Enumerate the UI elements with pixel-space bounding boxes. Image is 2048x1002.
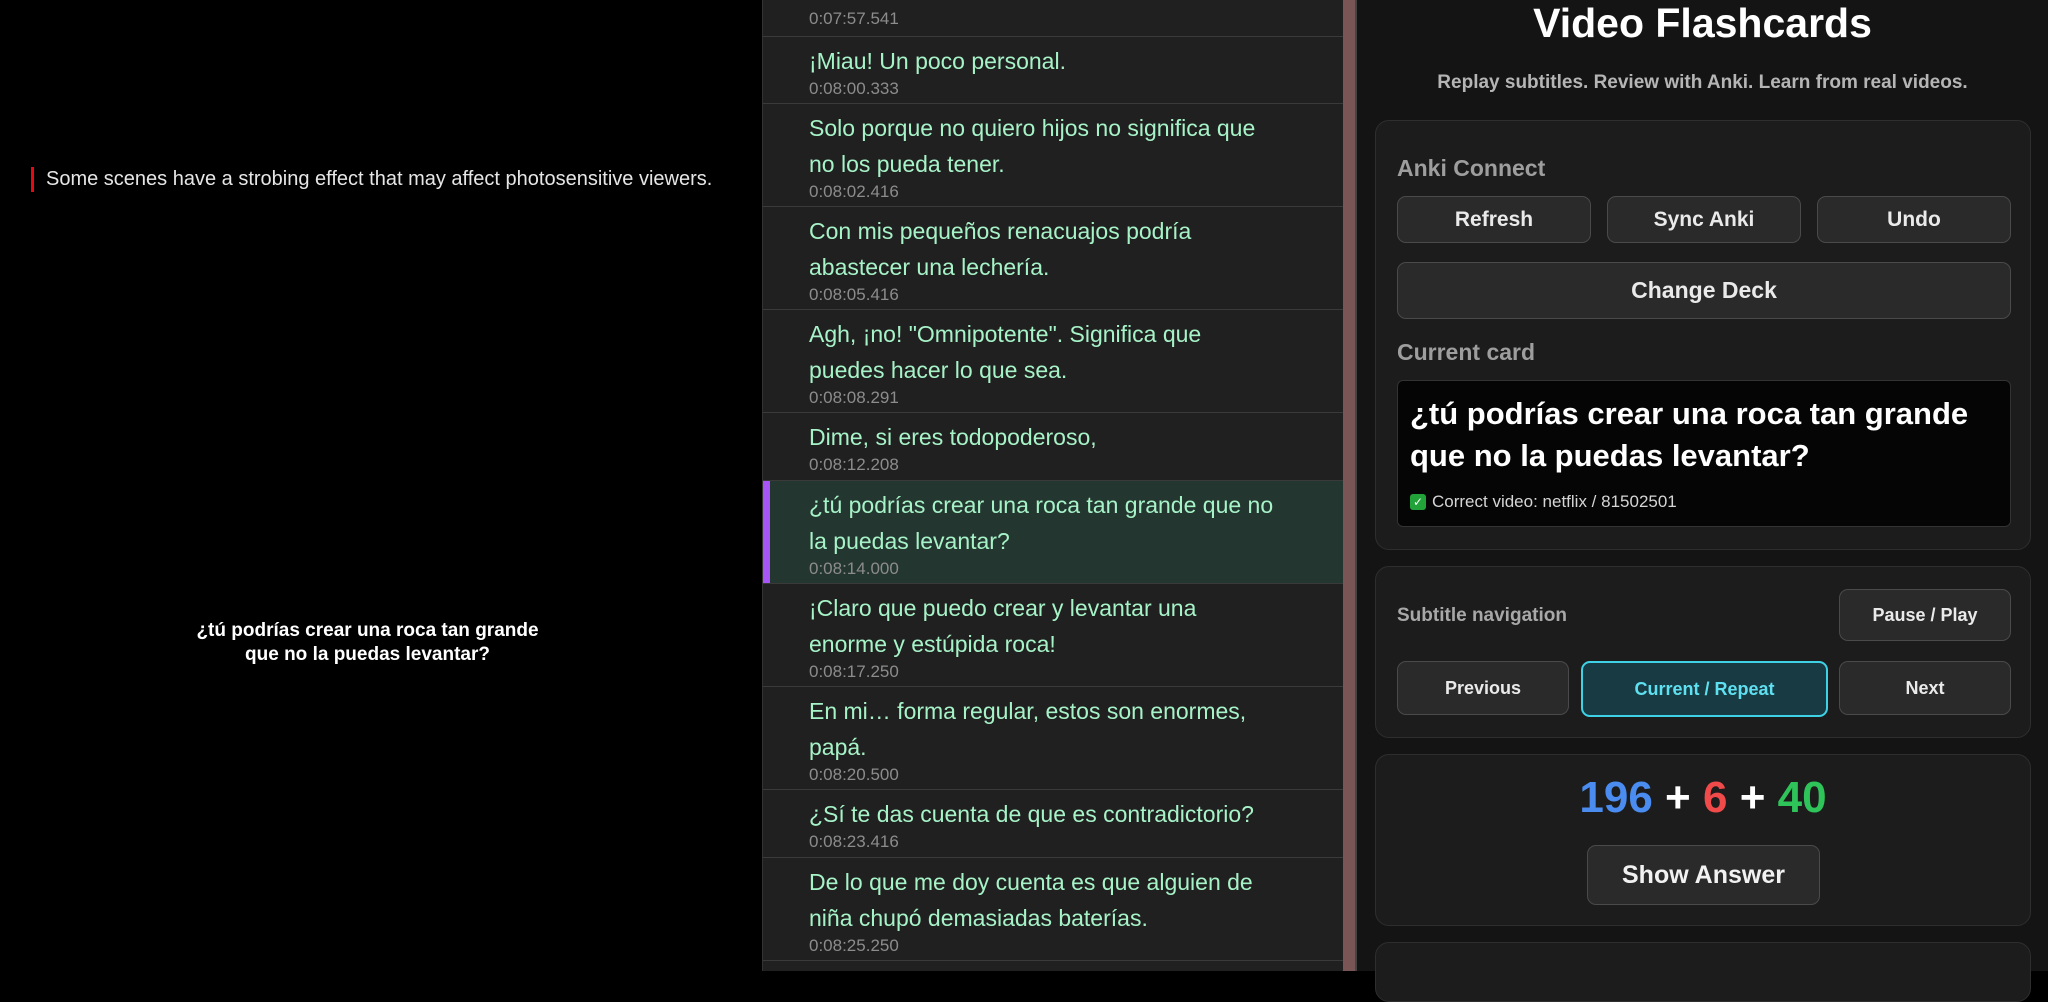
flashcards-panel: Video Flashcards Replay subtitles. Revie… (1357, 0, 2048, 1002)
subtitle-row[interactable]: Con mis pequeños renacuajos podría abast… (763, 207, 1344, 310)
pause-play-button[interactable]: Pause / Play (1839, 589, 2011, 641)
subtitle-timestamp: 0:08:00.333 (809, 79, 899, 98)
warning-text: Some scenes have a strobing effect that … (46, 168, 713, 190)
video-subtitle-line: que no la puedas levantar? (245, 644, 490, 665)
subtitle-row[interactable]: Solo porque no quiero hijos no significa… (763, 104, 1344, 207)
change-deck-button[interactable]: Change Deck (1397, 262, 2011, 319)
subtitle-text (809, 0, 1279, 9)
next-section-card (1375, 942, 2031, 1002)
subtitle-row[interactable]: ¡Miau! Un poco personal. 0:08:00.333 (763, 37, 1344, 104)
current-card-box: ¿tú podrías crear una roca tan grande qu… (1397, 380, 2011, 527)
previous-button[interactable]: Previous (1397, 661, 1569, 715)
subtitle-timestamp: 0:08:12.208 (809, 455, 899, 474)
subtitle-timestamp: 0:08:08.291 (809, 388, 899, 407)
subtitle-text: Con mis pequeños renacuajos podría abast… (809, 218, 1192, 280)
subtitle-timestamp: 0:07:57.541 (809, 9, 899, 28)
subtitle-text: Dime, si eres todopoderoso, (809, 424, 1097, 450)
next-button[interactable]: Next (1839, 661, 2011, 715)
app-title: Video Flashcards (1533, 0, 1872, 46)
subtitle-text: ¡Miau! Un poco personal. (809, 48, 1066, 74)
subtitle-navigation-card: Subtitle navigation Pause / Play Previou… (1375, 566, 2031, 738)
subtitle-text: Agh, ¡no! "Omnipotente". Significa que p… (809, 321, 1202, 383)
check-icon: ✓ (1410, 494, 1426, 510)
new-count: 196 (1579, 773, 1653, 822)
subtitle-text: En mi… forma regular, estos son enormes,… (809, 698, 1247, 760)
anki-connect-heading: Anki Connect (1397, 155, 1546, 181)
current-repeat-button[interactable]: Current / Repeat (1581, 661, 1828, 717)
anki-connect-card: Anki Connect Refresh Sync Anki Undo Chan… (1375, 120, 2031, 550)
video-subtitle: ¿tú podrías crear una roca tan grande qu… (0, 619, 735, 667)
undo-button[interactable]: Undo (1817, 196, 2011, 243)
review-card: 196 + 6 + 40 Show Answer (1375, 754, 2031, 926)
subtitle-row[interactable]: Agh, ¡no! "Omnipotente". Significa que p… (763, 310, 1344, 413)
video-subtitle-line: ¿tú podrías crear una roca tan grande (196, 620, 539, 641)
photosensitive-warning: Some scenes have a strobing effect that … (31, 167, 726, 192)
subtitle-row-active[interactable]: ¿tú podrías crear una roca tan grande qu… (763, 481, 1344, 584)
plus-sign: + (1739, 773, 1766, 822)
card-status-text: Correct video: netflix / 81502501 (1432, 492, 1677, 511)
subtitle-text: ¿Sí te das cuenta de que es contradictor… (809, 801, 1254, 827)
subtitle-row[interactable]: Dime, si eres todopoderoso, 0:08:12.208 (763, 413, 1344, 481)
subtitle-row[interactable]: De lo que me doy cuenta es que alguien d… (763, 858, 1344, 961)
video-player[interactable]: Some scenes have a strobing effect that … (0, 0, 762, 971)
subtitle-timestamp: 0:08:02.416 (809, 182, 899, 201)
subtitle-timestamp: 0:08:25.250 (809, 936, 899, 955)
subtitle-timestamp: 0:08:14.000 (809, 559, 899, 578)
subtitle-row[interactable]: En mi… forma regular, estos son enormes,… (763, 687, 1344, 790)
subtitle-timestamp: 0:08:17.250 (809, 662, 899, 681)
card-status: ✓ Correct video: netflix / 81502501 (1410, 492, 1677, 512)
subtitle-timestamp: 0:08:20.500 (809, 765, 899, 784)
current-card-text: ¿tú podrías crear una roca tan grande qu… (1410, 396, 1969, 473)
subtitle-navigation-heading: Subtitle navigation (1397, 605, 1567, 626)
subtitle-list[interactable]: 0:07:57.541 ¡Miau! Un poco personal. 0:0… (762, 0, 1344, 971)
refresh-button[interactable]: Refresh (1397, 196, 1591, 243)
current-card-heading: Current card (1397, 339, 1536, 365)
subtitle-text: De lo que me doy cuenta es que alguien d… (809, 869, 1253, 931)
subtitle-list-scrollbar[interactable] (1343, 0, 1355, 971)
sync-anki-button[interactable]: Sync Anki (1607, 196, 1801, 243)
subtitle-row[interactable]: ¡Claro que puedo crear y levantar una en… (763, 584, 1344, 687)
subtitle-text: ¿tú podrías crear una roca tan grande qu… (809, 492, 1274, 554)
subtitle-text: Solo porque no quiero hijos no significa… (809, 115, 1256, 177)
show-answer-button[interactable]: Show Answer (1587, 845, 1820, 905)
subtitle-timestamp: 0:08:05.416 (809, 285, 899, 304)
review-counts: 196 + 6 + 40 (1376, 773, 2030, 823)
subtitle-row[interactable]: ¿Sí te das cuenta de que es contradictor… (763, 790, 1344, 858)
due-count: 40 (1777, 773, 1827, 822)
subtitle-text: ¡Claro que puedo crear y levantar una en… (809, 595, 1197, 657)
subtitle-row[interactable]: 0:07:57.541 (763, 0, 1344, 37)
plus-sign: + (1665, 773, 1691, 822)
subtitle-timestamp: 0:08:23.416 (809, 832, 899, 851)
app-tagline: Replay subtitles. Review with Anki. Lear… (1437, 72, 1968, 93)
learn-count: 6 (1702, 773, 1728, 822)
